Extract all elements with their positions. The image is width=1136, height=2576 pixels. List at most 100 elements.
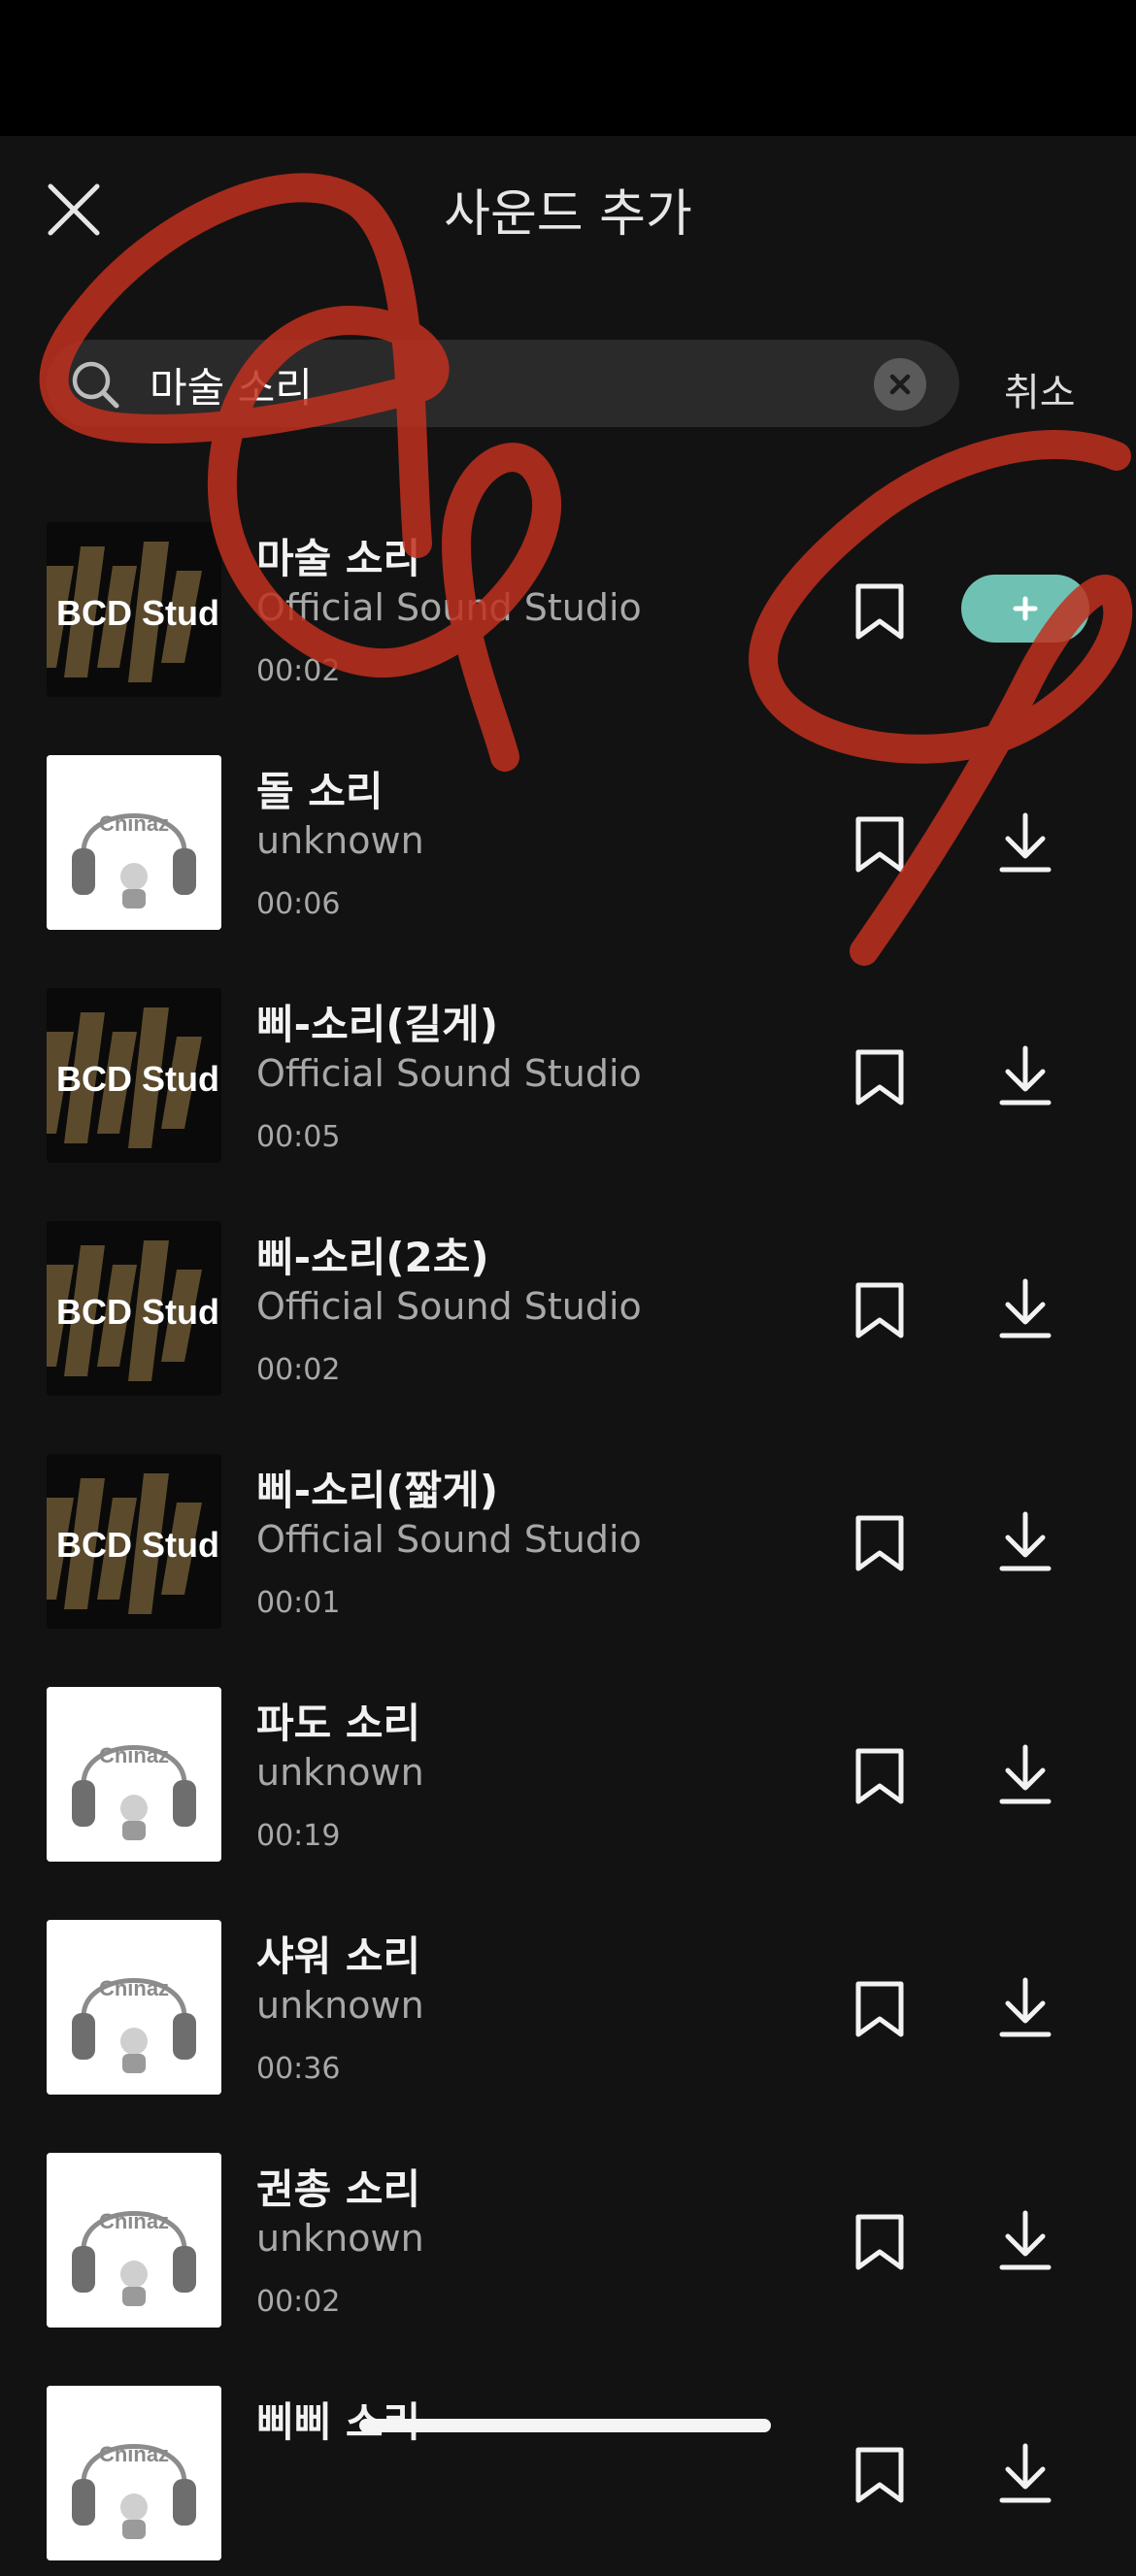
search-box[interactable] [47,340,959,429]
download-icon [999,1511,1052,1571]
download-icon [999,1977,1052,2037]
bookmark-icon [855,1748,904,1804]
bcd-studio-logo: BCD Studio [47,1221,221,1396]
chinaz-logo: Chinaz [47,2153,221,2328]
sound-thumbnail: Chinaz [47,755,221,930]
chinaz-logo: Chinaz [47,2386,221,2560]
page-title: 사운드 추가 [444,185,692,244]
download-button[interactable] [996,811,1054,877]
bookmark-button[interactable] [852,582,907,641]
sound-artist: Official Sound Studio [256,586,642,629]
sound-duration: 00:02 [256,1353,341,1387]
bookmark-button[interactable] [852,2446,907,2504]
sound-list-item[interactable]: BCD Studio 삐-소리(짧게) Official Sound Studi… [0,1450,1136,1644]
bookmark-button[interactable] [852,1514,907,1572]
bookmark-icon [855,1981,904,2037]
sound-thumbnail: Chinaz [47,2153,221,2328]
download-icon [999,1045,1052,1106]
bookmark-icon [855,1049,904,1106]
download-button[interactable] [996,1510,1054,1576]
sound-duration: 00:06 [256,887,341,921]
sound-artist: unknown [256,2217,424,2260]
sound-name: 마술 소리 [256,535,421,582]
sound-duration: 00:02 [256,654,341,688]
sound-thumbnail: Chinaz [47,1687,221,1862]
sound-duration: 00:36 [256,2052,341,2086]
bookmark-button[interactable] [852,815,907,874]
sound-name: 돌 소리 [256,768,384,815]
sound-thumbnail: BCD Studio [47,1454,221,1629]
sound-thumbnail: Chinaz [47,2386,221,2560]
download-button[interactable] [996,2209,1054,2275]
sound-artist: unknown [256,819,424,862]
header: 사운드 추가 [0,136,1136,281]
bookmark-icon [855,816,904,873]
clear-search-button[interactable] [874,358,926,411]
download-icon [999,812,1052,873]
bcd-studio-logo: BCD Studio [47,1454,221,1629]
sound-duration: 00:02 [256,2285,341,2319]
svg-text:BCD Studio: BCD Studio [56,1292,221,1332]
sound-name: 삐-소리(짧게) [256,1467,499,1514]
download-icon [999,2443,1052,2503]
bookmark-button[interactable] [852,1980,907,2038]
sound-thumbnail: Chinaz [47,1920,221,2095]
sound-thumbnail: BCD Studio [47,1221,221,1396]
home-indicator[interactable] [359,2419,771,2432]
sound-list-item[interactable]: BCD Studio 삐-소리(길게) Official Sound Studi… [0,984,1136,1178]
sound-list-item[interactable]: BCD Studio 마술 소리 Official Sound Studio 0… [0,518,1136,712]
svg-text:BCD Studio: BCD Studio [56,593,221,633]
svg-text:BCD Studio: BCD Studio [56,1525,221,1565]
sound-artist: Official Sound Studio [256,1518,642,1561]
sound-list-item[interactable]: Chinaz 돌 소리 unknown 00:06 [0,751,1136,945]
svg-text:Chinaz: Chinaz [99,2209,169,2233]
sound-duration: 00:01 [256,1586,341,1620]
download-button[interactable] [996,1044,1054,1110]
sound-list-item[interactable]: Chinaz 권총 소리 unknown 00:02 [0,2149,1136,2343]
download-button[interactable] [996,1976,1054,2042]
bookmark-icon [855,2447,904,2503]
svg-text:Chinaz: Chinaz [99,2442,169,2466]
sound-thumbnail: BCD Studio [47,522,221,697]
svg-text:Chinaz: Chinaz [99,1743,169,1767]
download-icon [999,2210,1052,2270]
sound-artist: unknown [256,1751,424,1794]
download-icon [999,1744,1052,1804]
status-bar [0,0,1136,136]
svg-text:BCD Studio: BCD Studio [56,1059,221,1099]
sound-list-item[interactable]: Chinaz 삐삐 소리 [0,2382,1136,2576]
sound-thumbnail: BCD Studio [47,988,221,1163]
bookmark-icon [855,1282,904,1338]
sound-list-item[interactable]: Chinaz 샤워 소리 unknown 00:36 [0,1916,1136,2110]
download-icon [999,1278,1052,1338]
sound-artist: Official Sound Studio [256,1285,642,1328]
sound-list-item[interactable]: Chinaz 파도 소리 unknown 00:19 [0,1683,1136,1877]
cancel-button[interactable]: 취소 [1004,361,1076,417]
search-row: 취소 [0,340,1136,429]
sound-name: 삐-소리(길게) [256,1001,499,1048]
download-button[interactable] [996,1277,1054,1343]
bookmark-button[interactable] [852,1048,907,1106]
sound-list-item[interactable]: BCD Studio 삐-소리(2초) Official Sound Studi… [0,1217,1136,1411]
svg-text:Chinaz: Chinaz [99,811,169,836]
chinaz-logo: Chinaz [47,755,221,930]
bookmark-button[interactable] [852,2213,907,2271]
download-button[interactable] [996,2442,1054,2508]
bookmark-button[interactable] [852,1281,907,1339]
sound-duration: 00:19 [256,1819,341,1853]
sound-name: 샤워 소리 [256,1932,421,1980]
plus-icon [1013,596,1038,621]
add-sound-button[interactable] [961,575,1089,643]
sound-name: 권총 소리 [256,2165,421,2213]
download-button[interactable] [996,1743,1054,1809]
sound-artist: Official Sound Studio [256,1052,642,1095]
bookmark-button[interactable] [852,1747,907,1805]
bookmark-icon [855,1515,904,1571]
bookmark-icon [855,583,904,640]
bcd-studio-logo: BCD Studio [47,988,221,1163]
bookmark-icon [855,2214,904,2270]
search-input[interactable] [148,340,909,429]
chinaz-logo: Chinaz [47,1920,221,2095]
chinaz-logo: Chinaz [47,1687,221,1862]
search-icon [72,361,119,409]
